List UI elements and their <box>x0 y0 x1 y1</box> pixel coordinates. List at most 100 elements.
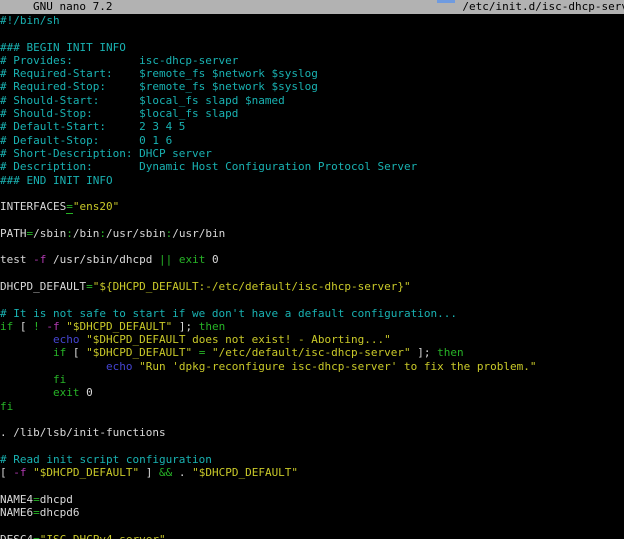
nano-titlebar: GNU nano 7.2 /etc/init.d/isc-dhcp-serv <box>0 0 624 14</box>
code-token <box>0 373 53 386</box>
code-token: "$DHCPD_DEFAULT does not exist! - Aborti… <box>86 333 391 346</box>
app-title: GNU nano 7.2 <box>0 0 112 13</box>
code-line[interactable]: # Should-Start: $local_fs slapd $named <box>0 94 624 107</box>
code-token: "/etc/default/isc-dhcp-server" <box>212 346 411 359</box>
code-token: /usr/bin <box>172 227 225 240</box>
code-line[interactable] <box>0 27 624 40</box>
code-line[interactable]: DHCPD_DEFAULT="${DHCPD_DEFAULT:-/etc/def… <box>0 280 624 293</box>
code-token: # Should-Stop: $local_fs slapd <box>0 107 238 120</box>
code-line[interactable]: if [ ! -f "$DHCPD_DEFAULT" ]; then <box>0 320 624 333</box>
code-line[interactable]: echo "Run 'dpkg-reconfigure isc-dhcp-ser… <box>0 360 624 373</box>
code-line[interactable]: INTERFACES="ens20" <box>0 200 624 213</box>
code-line[interactable] <box>0 519 624 532</box>
code-token: # Default-Start: 2 3 4 5 <box>0 120 185 133</box>
code-line[interactable]: #!/bin/sh <box>0 14 624 27</box>
code-token <box>172 253 179 266</box>
code-token: echo <box>53 333 80 346</box>
code-token <box>205 346 212 359</box>
code-token: "ens20" <box>73 200 119 213</box>
code-token: # Should-Start: $local_fs slapd $named <box>0 94 285 107</box>
code-token: if <box>0 320 13 333</box>
code-line[interactable] <box>0 213 624 226</box>
code-token: = <box>33 533 40 539</box>
code-token: # Read init script configuration <box>0 453 212 466</box>
code-line[interactable] <box>0 293 624 306</box>
code-token: : <box>99 227 106 240</box>
terminal-window: GNU nano 7.2 /etc/init.d/isc-dhcp-serv #… <box>0 0 624 539</box>
code-line[interactable]: # Provides: isc-dhcp-server <box>0 54 624 67</box>
code-token: -f <box>33 253 46 266</box>
code-line[interactable] <box>0 479 624 492</box>
code-token: && <box>159 466 172 479</box>
code-token: 0 <box>205 253 218 266</box>
code-token <box>192 346 199 359</box>
code-line[interactable]: # Required-Start: $remote_fs $network $s… <box>0 67 624 80</box>
code-line[interactable]: NAME4=dhcpd <box>0 493 624 506</box>
code-line[interactable]: [ -f "$DHCPD_DEFAULT" ] && . "$DHCPD_DEF… <box>0 466 624 479</box>
code-line[interactable]: echo "$DHCPD_DEFAULT does not exist! - A… <box>0 333 624 346</box>
code-line[interactable]: . /lib/lsb/init-functions <box>0 426 624 439</box>
code-token: ]; <box>411 346 438 359</box>
code-token: DHCPD_DEFAULT <box>0 280 86 293</box>
code-token: exit <box>53 386 80 399</box>
code-token <box>0 346 53 359</box>
code-token: DESC4 <box>0 533 33 539</box>
code-line[interactable]: NAME6=dhcpd6 <box>0 506 624 519</box>
code-line[interactable]: # Default-Start: 2 3 4 5 <box>0 120 624 133</box>
code-line[interactable]: if [ "$DHCPD_DEFAULT" = "/etc/default/is… <box>0 346 624 359</box>
code-token: then <box>199 320 226 333</box>
code-line[interactable]: # Default-Stop: 0 1 6 <box>0 134 624 147</box>
code-token: [ <box>66 346 86 359</box>
code-line[interactable]: # It is not safe to start if we don't ha… <box>0 307 624 320</box>
titlebar-notch <box>437 0 455 3</box>
code-line[interactable]: ### END INIT INFO <box>0 174 624 187</box>
code-line[interactable]: # Required-Stop: $remote_fs $network $sy… <box>0 80 624 93</box>
code-token: . <box>172 466 192 479</box>
code-line[interactable] <box>0 413 624 426</box>
code-line[interactable]: DESC4="ISC DHCPv4 server" <box>0 533 624 539</box>
code-token: dhcpd6 <box>40 506 80 519</box>
code-token: exit <box>179 253 206 266</box>
code-token: #!/bin/sh <box>0 14 60 27</box>
code-token: -f <box>13 466 26 479</box>
editor-area[interactable]: #!/bin/sh ### BEGIN INIT INFO# Provides:… <box>0 14 624 539</box>
code-line[interactable]: # Should-Stop: $local_fs slapd <box>0 107 624 120</box>
code-token: ] <box>139 466 159 479</box>
code-line[interactable]: # Read init script configuration <box>0 453 624 466</box>
code-token: /bin <box>73 227 100 240</box>
code-line[interactable]: exit 0 <box>0 386 624 399</box>
code-token: NAME4 <box>0 493 33 506</box>
code-token: fi <box>0 400 13 413</box>
code-token: ! <box>33 320 40 333</box>
code-line[interactable]: fi <box>0 400 624 413</box>
code-token: # Short-Description: DHCP server <box>0 147 212 160</box>
code-token: # Required-Stop: $remote_fs $network $sy… <box>0 80 318 93</box>
code-token: /sbin <box>33 227 66 240</box>
code-line[interactable] <box>0 240 624 253</box>
code-line[interactable] <box>0 187 624 200</box>
code-token: -f <box>46 320 59 333</box>
code-line[interactable]: test -f /usr/sbin/dhcpd || exit 0 <box>0 253 624 266</box>
code-token: if <box>53 346 66 359</box>
code-token: "$DHCPD_DEFAULT" <box>66 320 172 333</box>
code-token: echo <box>106 360 133 373</box>
code-line[interactable]: # Short-Description: DHCP server <box>0 147 624 160</box>
code-token: = <box>33 506 40 519</box>
code-token: "$DHCPD_DEFAULT" <box>33 466 139 479</box>
code-token: "${DHCPD_DEFAULT:-/etc/default/isc-dhcp-… <box>93 280 411 293</box>
code-line[interactable] <box>0 440 624 453</box>
code-line[interactable]: ### BEGIN INIT INFO <box>0 41 624 54</box>
code-token: [ <box>0 466 13 479</box>
code-token: NAME6 <box>0 506 33 519</box>
code-line[interactable]: fi <box>0 373 624 386</box>
code-token: ]; <box>172 320 199 333</box>
code-token: INTERFACES <box>0 200 66 213</box>
code-line[interactable] <box>0 267 624 280</box>
code-token: [ <box>13 320 33 333</box>
code-line[interactable]: PATH=/sbin:/bin:/usr/sbin:/usr/bin <box>0 227 624 240</box>
file-path: /etc/init.d/isc-dhcp-serv <box>462 0 624 13</box>
code-line[interactable]: # Description: Dynamic Host Configuratio… <box>0 160 624 173</box>
code-token: . /lib/lsb/init-functions <box>0 426 166 439</box>
code-token: ### END INIT INFO <box>0 174 113 187</box>
code-token: "Run 'dpkg-reconfigure isc-dhcp-server' … <box>139 360 536 373</box>
